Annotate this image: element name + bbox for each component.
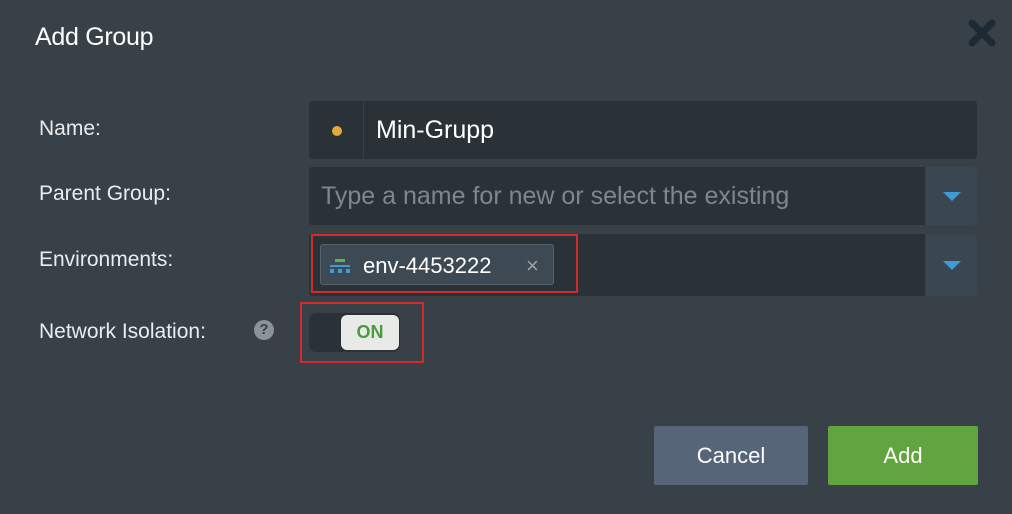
parent-group-field xyxy=(309,167,977,225)
add-group-dialog: Add Group Name: Parent Group: Environmen… xyxy=(0,0,1012,514)
toggle-knob: ON xyxy=(341,315,399,350)
chevron-down-icon xyxy=(943,192,961,201)
name-input[interactable] xyxy=(376,101,956,159)
help-icon[interactable]: ? xyxy=(254,320,274,340)
remove-tag-icon[interactable]: × xyxy=(526,253,539,279)
close-button[interactable] xyxy=(962,16,1002,50)
cancel-button[interactable]: Cancel xyxy=(654,426,808,485)
toggle-state-label: ON xyxy=(356,322,384,342)
environments-dropdown-button[interactable] xyxy=(925,234,977,296)
name-field xyxy=(309,101,977,159)
environment-tag: env-4453222 × xyxy=(320,244,554,285)
environment-icon xyxy=(330,259,350,273)
parent-group-input[interactable] xyxy=(321,167,911,225)
environments-label: Environments: xyxy=(39,248,174,271)
dialog-title: Add Group xyxy=(35,23,154,51)
network-isolation-label: Network Isolation: xyxy=(39,320,206,343)
parent-group-dropdown-button[interactable] xyxy=(925,167,977,225)
name-label: Name: xyxy=(39,117,101,140)
environment-tag-label: env-4453222 xyxy=(363,253,492,278)
chevron-down-icon xyxy=(943,261,961,270)
network-isolation-toggle[interactable]: ON xyxy=(309,313,400,352)
color-dot-icon xyxy=(332,126,342,136)
add-button[interactable]: Add xyxy=(828,426,978,485)
parent-group-label: Parent Group: xyxy=(39,182,171,205)
group-color-picker[interactable] xyxy=(309,101,364,159)
dialog-header: Add Group xyxy=(0,0,1012,76)
close-icon xyxy=(968,19,996,47)
